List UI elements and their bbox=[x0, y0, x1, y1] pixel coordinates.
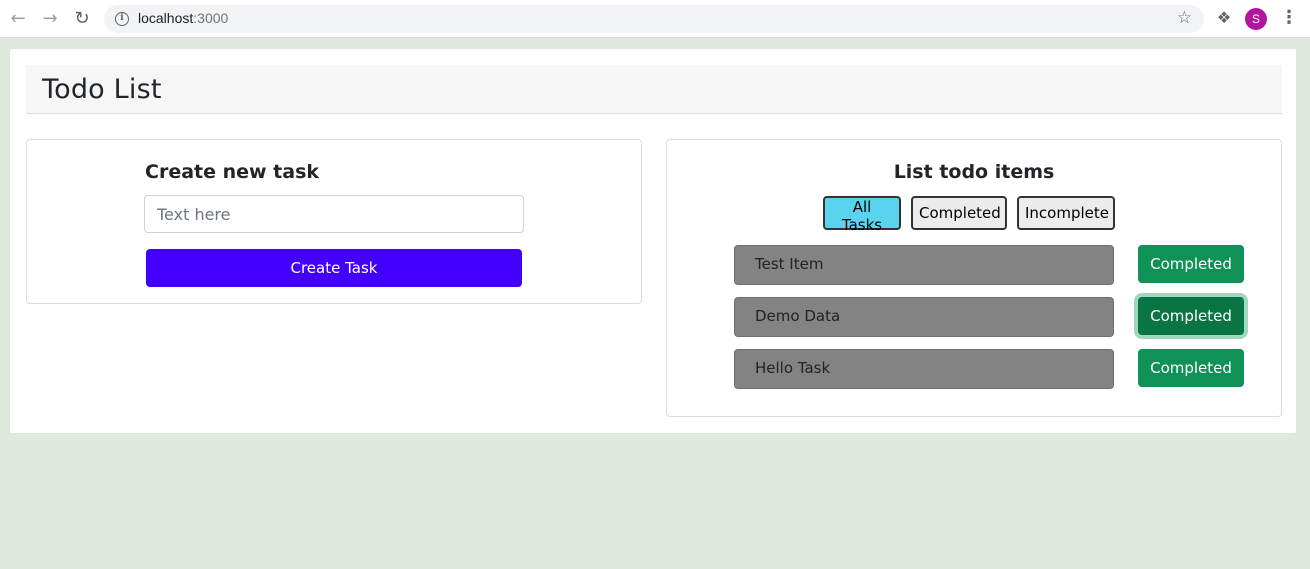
browser-toolbar: ← → ↻ i localhost:3000 ☆ ❖ S ⋮ bbox=[0, 0, 1310, 38]
reload-icon[interactable]: ↻ bbox=[72, 9, 92, 29]
todo-list-title: List todo items bbox=[893, 161, 1055, 183]
extensions-puzzle-icon[interactable]: ❖ bbox=[1214, 8, 1234, 28]
todo-status-button[interactable]: Completed bbox=[1138, 245, 1244, 283]
back-arrow-icon[interactable]: ← bbox=[8, 9, 28, 29]
url-port: :3000 bbox=[193, 10, 229, 26]
todo-item: Hello Task bbox=[734, 349, 1114, 389]
todo-item: Test Item bbox=[734, 245, 1114, 285]
filter-incomplete-button[interactable]: Incomplete bbox=[1017, 196, 1115, 230]
task-text-input[interactable] bbox=[144, 195, 524, 233]
browser-menu-icon[interactable]: ⋮ bbox=[1280, 8, 1298, 30]
forward-arrow-icon[interactable]: → bbox=[40, 9, 60, 29]
todo-item-text: Hello Task bbox=[755, 359, 831, 377]
create-task-button[interactable]: Create Task bbox=[146, 249, 522, 287]
url-host: localhost bbox=[138, 10, 194, 26]
profile-avatar[interactable]: S bbox=[1245, 8, 1267, 30]
filter-all-tasks-button[interactable]: All Tasks bbox=[823, 196, 901, 234]
url-text: localhost:3000 bbox=[138, 10, 228, 26]
bookmark-star-icon[interactable]: ☆ bbox=[1177, 8, 1192, 28]
create-task-panel: Create new task Create Task bbox=[26, 139, 642, 304]
todo-item-text: Demo Data bbox=[755, 307, 841, 325]
todo-item: Demo Data bbox=[734, 297, 1114, 337]
create-task-title: Create new task bbox=[145, 161, 320, 183]
filter-completed-button[interactable]: Completed bbox=[911, 196, 1007, 230]
todo-list-panel: List todo items All Tasks Completed Inco… bbox=[666, 139, 1282, 417]
app-container: Todo List Create new task Create Task Li… bbox=[9, 48, 1297, 434]
page-title: Todo List bbox=[42, 74, 162, 105]
todo-item-text: Test Item bbox=[755, 255, 824, 273]
todo-status-button[interactable]: Completed bbox=[1138, 349, 1244, 387]
info-icon[interactable]: i bbox=[115, 12, 129, 26]
address-bar[interactable]: i localhost:3000 ☆ bbox=[104, 5, 1204, 33]
todo-status-button[interactable]: Completed bbox=[1138, 297, 1244, 335]
app-header: Todo List bbox=[26, 65, 1282, 114]
